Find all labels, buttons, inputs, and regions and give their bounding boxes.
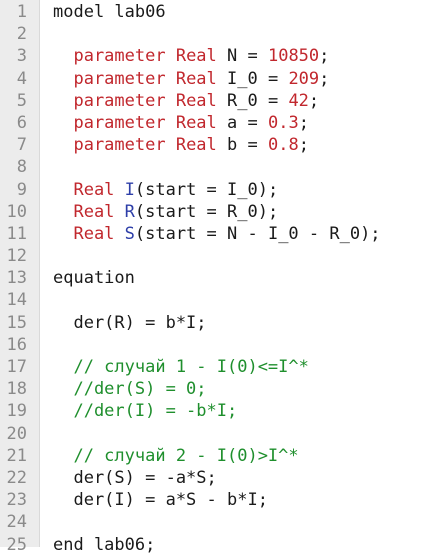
code-number: 10850 [267, 46, 320, 67]
code-keyword: Real [53, 201, 125, 222]
code-variable: R [124, 201, 135, 222]
code-keyword: Real [175, 46, 228, 67]
code-number: 0.3 [267, 112, 299, 133]
code-text: ; [319, 68, 330, 89]
line-number: 11 [6, 223, 27, 244]
line-number: 16 [6, 334, 27, 355]
line-number: 10 [6, 201, 27, 222]
line-number: 9 [16, 179, 27, 200]
code-comment: // случай 2 - I(0)>I^* [53, 445, 299, 466]
code-line[interactable] [53, 23, 442, 45]
line-number: 5 [16, 90, 27, 111]
code-line[interactable]: parameter Real I_0 = 209; [53, 68, 442, 90]
code-area[interactable]: model lab06 parameter Real N = 10850; pa… [40, 0, 442, 555]
line-number: 18 [6, 379, 27, 400]
code-keyword: parameter [53, 68, 176, 89]
code-text: (start = N - I_0 - R_0); [134, 223, 381, 244]
code-line[interactable]: parameter Real N = 10850; [53, 45, 442, 67]
code-text: (start = R_0); [134, 201, 279, 222]
code-line[interactable] [53, 423, 442, 445]
code-keyword: parameter [53, 112, 176, 133]
line-number: 20 [6, 423, 27, 444]
code-line[interactable] [53, 289, 442, 311]
code-text: R_0 = [227, 90, 289, 111]
code-keyword: Real [175, 112, 228, 133]
code-keyword: Real [175, 135, 228, 156]
code-keyword: Real [175, 90, 228, 111]
code-variable: I [124, 179, 135, 200]
line-number: 13 [6, 268, 27, 289]
code-text: (start = I_0); [134, 179, 279, 200]
code-line[interactable]: model lab06 [53, 1, 442, 23]
code-line[interactable] [53, 156, 442, 178]
code-keyword: parameter [53, 46, 176, 67]
code-text: equation [53, 268, 135, 289]
code-comment: // случай 1 - I(0)<=I^* [53, 357, 309, 377]
line-number-gutter: 1 2 3 4 5 6 7 8 9 10 11 12 13 14 15 16 17 18 19 20 21 22 23 24 2… [0, 0, 40, 555]
code-text: ; [298, 135, 309, 156]
line-number: 15 [6, 312, 27, 333]
code-line[interactable] [53, 511, 442, 533]
code-keyword: Real [53, 223, 125, 244]
code-text: I_0 = [227, 68, 289, 89]
code-line[interactable]: Real R(start = R_0); [53, 201, 442, 223]
code-text: N = [227, 46, 268, 67]
line-number: 3 [16, 46, 27, 67]
code-text: ; [298, 112, 309, 133]
code-text: a = [227, 112, 268, 133]
code-number: 42 [288, 90, 309, 111]
code-text: ; [319, 46, 330, 67]
code-text: der(R) = b*I; [53, 312, 207, 333]
code-line[interactable]: parameter Real a = 0.3; [53, 112, 442, 134]
line-number: 6 [16, 112, 27, 133]
code-line[interactable] [53, 245, 442, 267]
line-number: 2 [16, 24, 27, 45]
code-keyword: parameter [53, 135, 176, 156]
line-number: 17 [6, 357, 27, 377]
code-line[interactable]: parameter Real b = 0.8; [53, 134, 442, 156]
code-keyword: parameter [53, 90, 176, 111]
code-keyword: Real [175, 68, 228, 89]
code-text: end lab06; [53, 534, 156, 555]
code-line[interactable]: Real I(start = I_0); [53, 179, 442, 201]
line-number: 4 [16, 68, 27, 89]
line-number: 25 [6, 534, 27, 555]
code-number: 0.8 [267, 135, 299, 156]
code-text: der(I) = a*S - b*I; [53, 490, 268, 511]
code-number: 209 [288, 68, 320, 89]
line-number: 19 [6, 401, 27, 422]
code-line[interactable]: // случай 1 - I(0)<=I^* [53, 356, 442, 378]
line-number: 24 [6, 512, 27, 533]
code-line[interactable]: // случай 2 - I(0)>I^* [53, 445, 442, 467]
code-comment: //der(I) = -b*I; [53, 401, 238, 422]
code-line[interactable]: equation [53, 267, 442, 289]
code-comment: //der(S) = 0; [53, 379, 207, 400]
code-text: b = [227, 135, 268, 156]
code-editor[interactable]: 1 2 3 4 5 6 7 8 9 10 11 12 13 14 15 16 17 18 19 20 21 22 23 24 2… [0, 0, 442, 555]
line-number: 12 [6, 246, 27, 267]
code-line[interactable]: der(I) = a*S - b*I; [53, 489, 442, 511]
line-number: 21 [6, 445, 27, 466]
line-number: 1 [16, 2, 27, 22]
line-number: 14 [6, 290, 27, 311]
line-number: 22 [6, 467, 27, 488]
code-line[interactable]: Real S(start = N - I_0 - R_0); [53, 223, 442, 245]
line-number: 8 [16, 157, 27, 178]
code-variable: S [124, 223, 135, 244]
code-line[interactable]: //der(I) = -b*I; [53, 400, 442, 422]
code-line[interactable]: parameter Real R_0 = 42; [53, 90, 442, 112]
code-line[interactable]: der(R) = b*I; [53, 312, 442, 334]
code-keyword: Real [53, 179, 125, 200]
code-text: der(S) = -a*S; [53, 467, 217, 488]
code-text: model lab06 [53, 2, 166, 22]
code-line[interactable] [53, 334, 442, 356]
line-number: 23 [6, 490, 27, 511]
code-line[interactable]: //der(S) = 0; [53, 378, 442, 400]
line-number: 7 [16, 135, 27, 156]
code-line[interactable]: end lab06; [53, 534, 442, 556]
code-text: ; [308, 90, 320, 111]
code-line[interactable]: der(S) = -a*S; [53, 467, 442, 489]
